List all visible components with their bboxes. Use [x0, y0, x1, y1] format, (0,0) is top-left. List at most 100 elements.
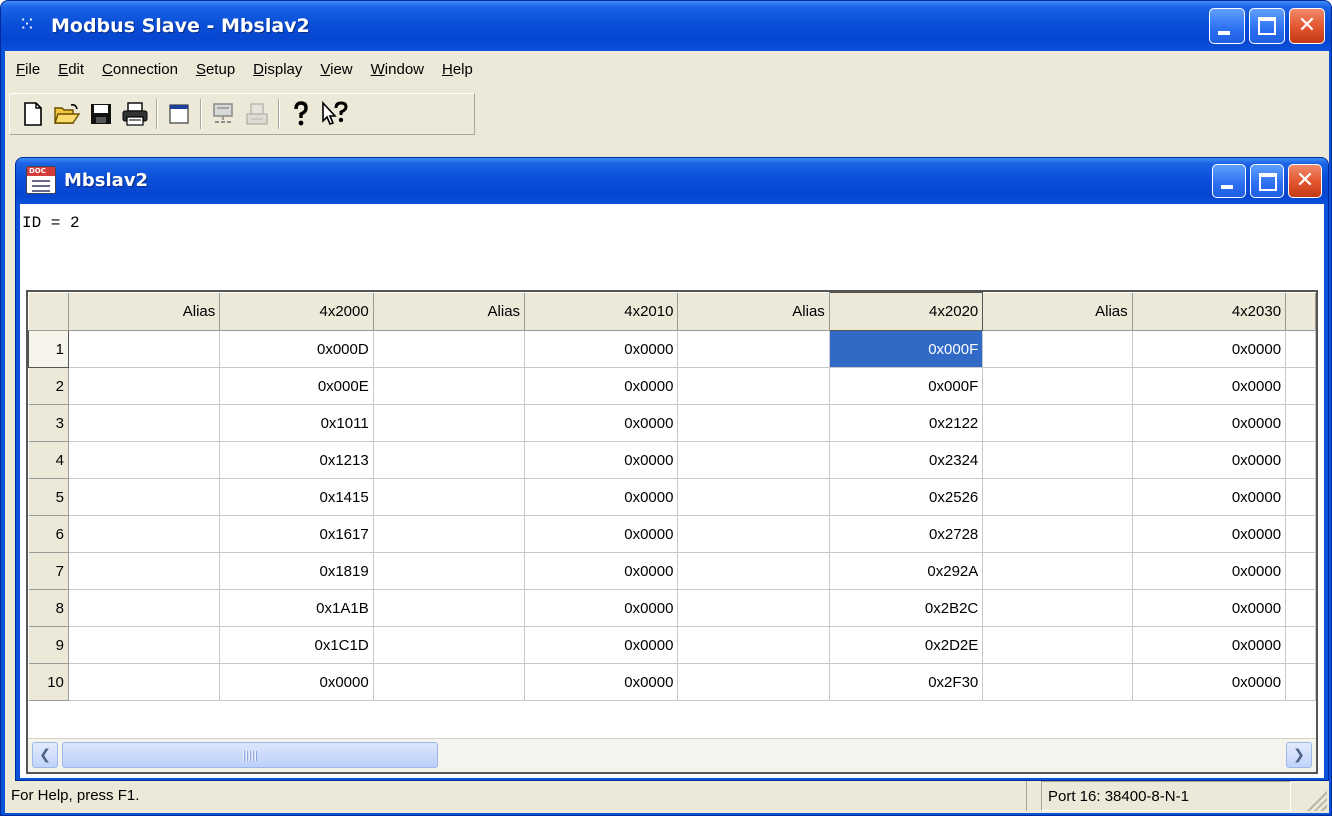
scroll-left-button[interactable]: ❮ — [32, 742, 58, 768]
column-header-alias[interactable]: Alias — [677, 292, 830, 331]
scroll-thumb[interactable] — [62, 742, 438, 768]
alias-cell[interactable] — [68, 663, 221, 701]
alias-cell[interactable] — [982, 626, 1133, 664]
disconnect-button[interactable] — [240, 97, 274, 131]
register-value-cell[interactable]: 0x0000 — [1132, 404, 1287, 442]
register-value-cell[interactable]: 0x0000 — [219, 663, 374, 701]
child-minimize-button[interactable] — [1212, 164, 1246, 198]
alias-cell[interactable] — [677, 589, 830, 627]
menu-view[interactable]: View — [311, 56, 361, 84]
row-header[interactable]: 5 — [28, 478, 69, 516]
open-button[interactable] — [50, 97, 84, 131]
alias-cell[interactable] — [982, 478, 1133, 516]
alias-cell[interactable] — [373, 589, 526, 627]
register-value-cell[interactable]: 0x1A1B — [219, 589, 374, 627]
row-header[interactable]: 9 — [28, 626, 69, 664]
register-value-cell[interactable]: 0x0000 — [1132, 589, 1287, 627]
save-button[interactable] — [84, 97, 118, 131]
register-value-cell[interactable]: 0x000D — [219, 330, 374, 368]
register-value-cell[interactable]: 0x0000 — [1132, 330, 1287, 368]
register-value-cell[interactable]: 0x1C1D — [219, 626, 374, 664]
alias-cell[interactable] — [373, 515, 526, 553]
column-header-alias[interactable]: Alias — [68, 292, 221, 331]
main-titlebar[interactable]: ⁙ Modbus Slave - Mbslav2 ✕ — [1, 1, 1331, 51]
register-value-cell[interactable]: 0x2122 — [829, 404, 984, 442]
row-header[interactable]: 3 — [28, 404, 69, 442]
child-close-button[interactable]: ✕ — [1288, 164, 1322, 198]
register-value-cell[interactable]: 0x0000 — [1132, 626, 1287, 664]
alias-cell[interactable] — [982, 663, 1133, 701]
register-value-cell[interactable]: 0x0000 — [524, 441, 679, 479]
connect-button[interactable] — [206, 97, 240, 131]
alias-cell[interactable] — [373, 552, 526, 590]
register-value-cell[interactable]: 0x0000 — [1132, 552, 1287, 590]
maximize-button[interactable] — [1249, 8, 1285, 44]
print-button[interactable] — [118, 97, 152, 131]
column-header-alias[interactable]: Alias — [373, 292, 526, 331]
horizontal-scrollbar[interactable]: ❮ ❯ — [28, 738, 1316, 772]
child-maximize-button[interactable] — [1250, 164, 1284, 198]
row-header[interactable]: 1 — [28, 330, 69, 368]
register-value-cell[interactable]: 0x0000 — [1132, 663, 1287, 701]
register-value-cell[interactable]: 0x2324 — [829, 441, 984, 479]
grid-corner[interactable] — [28, 292, 69, 331]
alias-cell[interactable] — [677, 330, 830, 368]
alias-cell[interactable] — [68, 478, 221, 516]
register-value-cell[interactable]: 0x0000 — [524, 404, 679, 442]
alias-cell[interactable] — [677, 404, 830, 442]
register-value-cell[interactable]: 0x000E — [219, 367, 374, 405]
alias-cell[interactable] — [982, 367, 1133, 405]
register-value-cell[interactable]: 0x0000 — [524, 626, 679, 664]
context-help-button[interactable] — [318, 97, 352, 131]
alias-cell[interactable] — [677, 663, 830, 701]
row-header[interactable]: 2 — [28, 367, 69, 405]
alias-cell[interactable] — [982, 515, 1133, 553]
register-value-cell[interactable]: 0x000F — [829, 330, 984, 368]
register-value-cell[interactable]: 0x1415 — [219, 478, 374, 516]
alias-cell[interactable] — [982, 404, 1133, 442]
alias-cell[interactable] — [677, 478, 830, 516]
alias-cell[interactable] — [68, 626, 221, 664]
alias-cell[interactable] — [373, 626, 526, 664]
close-button[interactable]: ✕ — [1289, 8, 1325, 44]
alias-cell[interactable] — [677, 441, 830, 479]
column-header-address[interactable]: 4x2000 — [219, 292, 374, 331]
register-grid[interactable]: Alias 4x2000 Alias 4x2010 Alias 4x2020 Alias 4x… — [26, 290, 1318, 774]
menu-edit[interactable]: Edit — [49, 56, 93, 84]
register-value-cell[interactable]: 0x2F30 — [829, 663, 984, 701]
alias-cell[interactable] — [982, 330, 1133, 368]
register-value-cell[interactable]: 0x1011 — [219, 404, 374, 442]
register-value-cell[interactable]: 0x1617 — [219, 515, 374, 553]
column-header-address[interactable]: 4x2030 — [1132, 292, 1287, 331]
register-value-cell[interactable]: 0x0000 — [1132, 478, 1287, 516]
new-button[interactable] — [16, 97, 50, 131]
register-value-cell[interactable]: 0x2728 — [829, 515, 984, 553]
alias-cell[interactable] — [373, 478, 526, 516]
alias-cell[interactable] — [373, 663, 526, 701]
alias-cell[interactable] — [68, 515, 221, 553]
child-titlebar[interactable]: DOC Mbslav2 ✕ — [16, 158, 1328, 204]
row-header[interactable]: 7 — [28, 552, 69, 590]
register-value-cell[interactable]: 0x0000 — [524, 589, 679, 627]
menu-display[interactable]: Display — [244, 56, 311, 84]
menu-help[interactable]: Help — [433, 56, 482, 84]
menu-setup[interactable]: Setup — [187, 56, 244, 84]
alias-cell[interactable] — [68, 330, 221, 368]
alias-cell[interactable] — [982, 441, 1133, 479]
register-value-cell[interactable]: 0x1819 — [219, 552, 374, 590]
alias-cell[interactable] — [68, 367, 221, 405]
row-header[interactable]: 6 — [28, 515, 69, 553]
register-value-cell[interactable]: 0x0000 — [524, 552, 679, 590]
menu-window[interactable]: Window — [362, 56, 433, 84]
register-value-cell[interactable]: 0x0000 — [524, 367, 679, 405]
register-value-cell[interactable]: 0x0000 — [524, 663, 679, 701]
register-value-cell[interactable]: 0x0000 — [524, 478, 679, 516]
alias-cell[interactable] — [677, 515, 830, 553]
column-header-alias[interactable]: Alias — [982, 292, 1133, 331]
register-value-cell[interactable]: 0x1213 — [219, 441, 374, 479]
alias-cell[interactable] — [373, 404, 526, 442]
alias-cell[interactable] — [373, 330, 526, 368]
column-header-address[interactable]: 4x2020 — [828, 292, 984, 331]
alias-cell[interactable] — [68, 404, 221, 442]
register-value-cell[interactable]: 0x000F — [829, 367, 984, 405]
